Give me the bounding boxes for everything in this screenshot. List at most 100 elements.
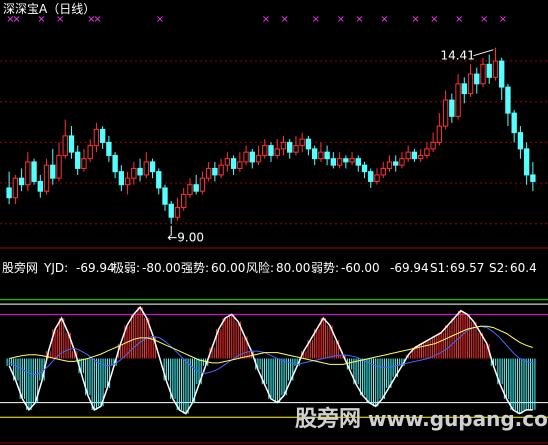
candle-body [318,151,324,160]
candle-body [480,63,486,85]
candle-body [243,151,249,163]
candle-body [355,158,361,166]
candle-body [124,177,131,186]
candle-body [75,151,81,169]
candle-body [187,184,193,195]
candle-body [62,135,68,156]
marker-x: × [411,14,419,25]
candle-body [237,161,243,169]
jiruo-value: -80.00 [142,261,181,275]
marker-x: × [455,14,463,25]
s1-value: 69.57 [450,261,484,275]
candle-body [424,148,430,156]
marker-x: × [93,14,101,25]
candle-body [530,174,536,182]
marker-x: × [499,14,507,25]
candle-body [374,174,380,182]
qiangshi-label: 强势: [181,261,209,275]
candle-body [486,63,492,78]
candle-body [455,83,461,117]
chart-window: 深深宝A（日线） × × × × × × × × × × × × × × × × × × 14.41 ←9.00 … [0,0,548,445]
candle-body [112,154,118,173]
candle-body [50,164,56,179]
candle-body [430,141,436,150]
marker-x: × [37,14,45,25]
marker-x: × [480,14,488,25]
candle-body [474,73,480,85]
candle-body [56,154,62,179]
ruoshi-label: 弱势: [311,261,339,275]
candle-body [293,145,299,153]
candle-body [330,158,337,166]
candle-body [12,177,19,199]
candle-body [218,164,224,176]
candle-body [442,99,449,127]
ruoshi-value: -60.00 [341,261,380,275]
candle-body [343,158,349,163]
candle-body [68,135,75,153]
s1-label: S1: [430,261,449,275]
candle-body [18,177,25,186]
marker-x: × [355,14,363,25]
candle-body [31,161,37,182]
candle-body [230,158,237,169]
candle-body [87,145,93,160]
yjd-label: YJD: [43,261,68,275]
candle-body [287,141,293,153]
candle-body [449,99,455,117]
high-price-label: 14.41 [440,49,474,63]
watermark-site-name: 股旁网 [295,406,361,432]
candle-body [99,128,106,143]
candle-body [156,171,162,189]
indicator-levels [0,299,548,418]
candle-body [467,73,474,95]
fengxian-label: 风险: [246,260,274,275]
candle-body [499,60,505,88]
candle-body [411,151,418,160]
marker-x: × [12,14,20,25]
marker-x: × [262,14,270,25]
s2-value: 60.4 [510,261,537,275]
candle-body [511,112,517,134]
candle-body [274,148,280,156]
chart-canvas[interactable]: 深深宝A（日线） ×× × × ×× × × × × × × × × × × × × 14.41 ←9.00 … [0,0,548,445]
candle-body [212,167,218,176]
candle-body [137,167,143,176]
marker-x: × [380,14,388,25]
candle-body [43,164,50,192]
candle-body [255,154,262,163]
candle-body [262,145,268,156]
candle-body [461,83,467,95]
candle-body [6,187,12,199]
candle-body [118,171,125,186]
high-arrow [473,49,494,57]
candle-body [106,141,112,156]
candle-body [249,151,255,163]
candle-body [505,86,511,114]
candle-body [436,125,443,143]
candle-body [143,161,149,176]
candle-body [149,161,156,173]
indicator-name: 股旁网 [2,260,38,275]
candle-body [399,158,405,166]
candle-body [492,60,499,78]
candle-body [361,164,368,173]
candle-body [380,167,386,176]
indicator-legend: 股旁网 YJD: -69.94 极弱: -80.00 强势: 60.00 风险:… [2,260,537,275]
candle-body [299,138,305,147]
candle-body [93,128,100,147]
candle-body [268,145,274,156]
marker-x: × [280,14,288,25]
candle-body [405,151,411,160]
candle-body [280,141,287,150]
candle-body [162,187,168,205]
candle-body [311,148,318,160]
candle-body [224,158,231,166]
watermark-url: www.gupang.com [368,407,548,431]
candle-body [517,132,524,150]
qiangshi-value: 60.00 [211,261,245,275]
candle-body [336,158,343,166]
candle-body [368,171,374,182]
marker-x: × [56,14,64,25]
candle-body [523,148,530,176]
